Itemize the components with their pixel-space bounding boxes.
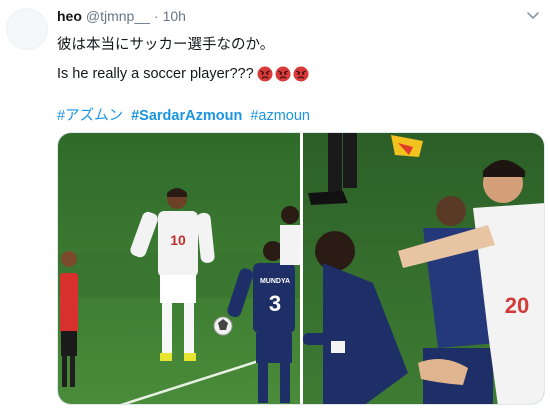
- photo-left[interactable]: 10 MUNDYA 3: [58, 133, 300, 405]
- tweet[interactable]: heo @tjmnp__ · 10h 彼は本当にサッカー選手なのか。 Is he…: [0, 0, 550, 413]
- angry-face-icon: [275, 66, 291, 82]
- shirt-number-right: 20: [505, 293, 529, 318]
- author-handle[interactable]: @tjmnp__: [86, 8, 150, 24]
- angry-face-icon: [257, 66, 273, 82]
- author-name[interactable]: heo: [57, 8, 82, 24]
- hashtag-link[interactable]: #SardarAzmoun: [131, 108, 242, 124]
- shirt-name-blue: MUNDYA: [260, 278, 290, 285]
- tweet-text-english: Is he really a soccer player???: [57, 66, 254, 82]
- angry-face-icon: [293, 66, 309, 82]
- separator-dot: ·: [153, 8, 159, 24]
- shirt-number-blue: 3: [269, 291, 281, 316]
- avatar[interactable]: [6, 8, 48, 50]
- tweet-text-english-line: Is he really a soccer player???: [57, 66, 309, 82]
- hashtag-link[interactable]: #azmoun: [250, 108, 310, 124]
- tweet-text-japanese: 彼は本当にサッカー選手なのか。: [57, 37, 275, 53]
- media-grid: 10 MUNDYA 3 20: [57, 132, 545, 405]
- shirt-number-white: 10: [170, 232, 186, 248]
- timestamp[interactable]: 10h: [163, 8, 186, 24]
- hashtag-link[interactable]: #アズムン: [57, 108, 123, 124]
- photo-right[interactable]: 20: [303, 133, 545, 405]
- tweet-header: heo @tjmnp__ · 10h: [57, 8, 186, 26]
- chevron-down-icon[interactable]: [526, 8, 540, 22]
- hashtag-list: #アズムン #SardarAzmoun #azmoun: [57, 104, 314, 125]
